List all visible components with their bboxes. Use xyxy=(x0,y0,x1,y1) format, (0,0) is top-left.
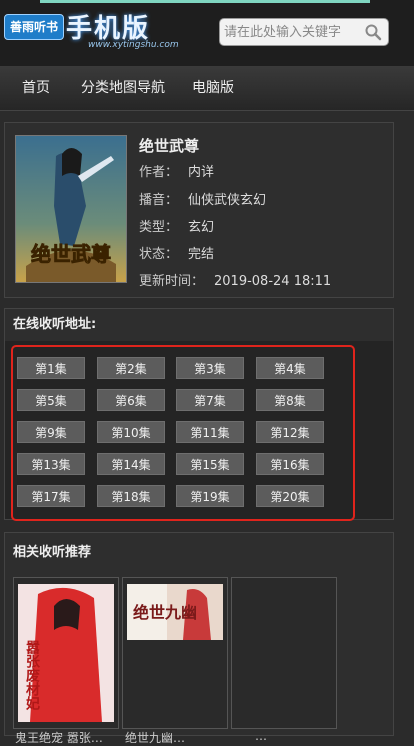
related-cover-text-1: 嚣张废材妃 xyxy=(24,640,40,711)
related-cover-text-2: 绝世九幽 xyxy=(133,603,197,622)
episode-button[interactable]: 第13集 xyxy=(17,453,85,475)
main-nav: 首页 分类地图导航 电脑版 xyxy=(0,66,414,111)
episode-button[interactable]: 第1集 xyxy=(17,357,85,379)
episode-button[interactable]: 第10集 xyxy=(97,421,165,443)
book-title: 绝世武尊 xyxy=(139,137,200,155)
updated-label: 更新时间： xyxy=(139,274,205,289)
episode-button[interactable]: 第16集 xyxy=(256,453,324,475)
related-section-title: 相关收听推荐 xyxy=(5,537,393,569)
header: 善雨听书 手机版 www.xytingshu.com xyxy=(0,0,414,66)
author-value: 内详 xyxy=(188,165,215,180)
episode-section-title: 在线收听地址: xyxy=(5,309,393,341)
episode-button[interactable]: 第12集 xyxy=(256,421,324,443)
episode-button[interactable]: 第19集 xyxy=(176,485,244,507)
episode-button[interactable]: 第6集 xyxy=(97,389,165,411)
nav-item-category-map[interactable]: 分类地图导航 xyxy=(81,66,165,110)
episode-button[interactable]: 第7集 xyxy=(176,389,244,411)
book-genre: 类型： 玄幻 xyxy=(139,216,214,235)
author-label: 作者： xyxy=(139,165,179,180)
cover-title-text: 绝世武尊 xyxy=(31,242,111,266)
nav-item-home[interactable]: 首页 xyxy=(22,66,50,110)
episode-panel: 第1集 第2集 第3集 第4集 第5集 第6集 第7集 第8集 第9集 第10集 第11集 第12集第… xyxy=(5,341,393,521)
genre-value: 玄幻 xyxy=(188,220,215,235)
book-cover[interactable]: 绝世武尊 xyxy=(15,135,127,283)
genre-label: 类型： xyxy=(139,220,179,235)
related-section: 相关收听推荐 嚣张废材妃 绝世九幽 鬼王绝宠 嚣张… 绝世九幽… … xyxy=(4,532,394,745)
episode-button[interactable]: 第3集 xyxy=(176,357,244,379)
search-icon[interactable] xyxy=(364,23,382,41)
related-cover-2: 绝世九幽 xyxy=(127,584,223,640)
nav-item-desktop-version[interactable]: 电脑版 xyxy=(192,66,234,110)
related-item-2[interactable]: 绝世九幽 xyxy=(122,577,228,729)
episode-button[interactable]: 第11集 xyxy=(176,421,244,443)
search-input[interactable] xyxy=(224,22,360,42)
related-cover-1: 嚣张废材妃 xyxy=(18,584,114,722)
episode-button[interactable]: 第5集 xyxy=(17,389,85,411)
related-name-1[interactable]: 鬼王绝宠 嚣张… xyxy=(15,729,103,746)
episode-button[interactable]: 第14集 xyxy=(97,453,165,475)
book-author: 作者： 内详 xyxy=(139,161,214,180)
episode-button[interactable]: 第9集 xyxy=(17,421,85,443)
episode-button[interactable]: 第18集 xyxy=(97,485,165,507)
book-narrator: 播音： 仙侠武侠玄幻 xyxy=(139,189,266,208)
status-label: 状态： xyxy=(139,247,179,262)
related-item-1[interactable]: 嚣张废材妃 xyxy=(13,577,119,729)
logo-url: www.xytingshu.com xyxy=(88,40,179,50)
status-value: 完结 xyxy=(188,247,215,262)
related-name-3[interactable]: … xyxy=(255,729,267,743)
logo-badge[interactable]: 善雨听书 xyxy=(4,14,64,40)
episode-button[interactable]: 第17集 xyxy=(17,485,85,507)
book-info-panel: 绝世武尊 绝世武尊 作者： 内详 播音： 仙侠武侠玄幻 类型： 玄幻 状态： 完结 更新… xyxy=(4,122,394,298)
episode-button[interactable]: 第15集 xyxy=(176,453,244,475)
related-name-2[interactable]: 绝世九幽… xyxy=(125,729,185,746)
updated-value: 2019-08-24 18:11 xyxy=(214,274,332,289)
episode-list-section: 在线收听地址: 第1集 第2集 第3集 第4集 第5集 第6集 第7集 第8集 第9集 第10集第… xyxy=(4,308,394,521)
episode-button[interactable]: 第8集 xyxy=(256,389,324,411)
narrator-value: 仙侠武侠玄幻 xyxy=(188,193,267,208)
narrator-label: 播音： xyxy=(139,193,179,208)
related-item-3[interactable] xyxy=(231,577,337,729)
episode-button[interactable]: 第2集 xyxy=(97,357,165,379)
episode-grid: 第1集 第2集 第3集 第4集 第5集 第6集 第7集 第8集 第9集 第10集 第11集 第12集第… xyxy=(11,345,355,521)
search-box xyxy=(219,18,389,46)
book-status: 状态： 完结 xyxy=(139,243,214,262)
book-updated: 更新时间： 2019-08-24 18:11 xyxy=(139,270,331,289)
episode-button[interactable]: 第4集 xyxy=(256,357,324,379)
episode-button[interactable]: 第20集 xyxy=(256,485,324,507)
top-accent-bar xyxy=(40,0,370,3)
